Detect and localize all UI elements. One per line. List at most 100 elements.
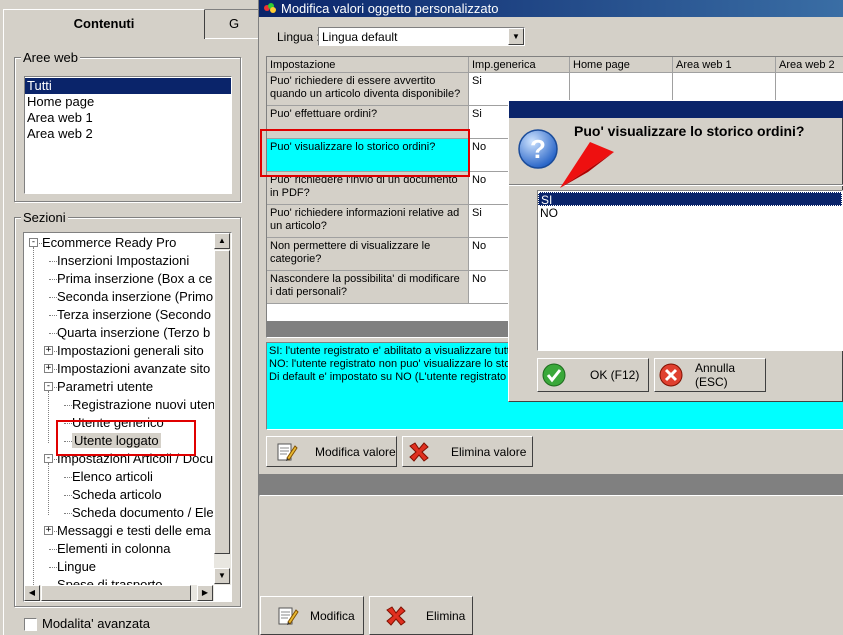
lingua-value: Lingua default (322, 30, 398, 44)
elimina-valore-button[interactable]: Elimina valore (402, 436, 533, 467)
annotation-box-tree (56, 420, 196, 456)
tab-g[interactable]: G (204, 9, 264, 39)
tree-node-label: Messaggi e testi delle ema (57, 523, 211, 538)
elimina-button[interactable]: Elimina (369, 596, 473, 635)
option-si[interactable]: SI (538, 192, 842, 207)
scroll-hthumb[interactable] (41, 585, 191, 601)
tree-node[interactable]: Registrazione nuovi uten (72, 396, 215, 414)
expand-icon[interactable]: + (44, 346, 53, 355)
tree-line (49, 333, 57, 334)
edit-icon (276, 604, 300, 628)
scroll-up-button[interactable]: ▲ (214, 233, 230, 249)
tree-node-label: Registrazione nuovi uten (72, 397, 216, 412)
tree-line (49, 297, 57, 298)
tree-node[interactable]: Prima inserzione (Box a ce (57, 270, 212, 288)
scroll-down-button[interactable]: ▼ (214, 568, 230, 584)
tree-node-label: Parametri utente (57, 379, 154, 394)
tree-node[interactable]: Elementi in colonna (57, 540, 170, 558)
tree-line (33, 247, 34, 587)
collapse-icon[interactable]: - (44, 382, 53, 391)
tree-node[interactable]: Seconda inserzione (Primo (57, 288, 213, 306)
option-no[interactable]: NO (538, 206, 842, 220)
tree-node[interactable]: Terza inserzione (Secondo (57, 306, 211, 324)
dialog-titlebar (509, 101, 843, 118)
tree-node[interactable]: Parametri utente (57, 378, 153, 396)
aree-web-label: Aree web (21, 50, 80, 65)
tree-line (49, 261, 57, 262)
list-item[interactable]: Tutti (25, 78, 231, 94)
tree-line (48, 391, 49, 443)
setting-cell[interactable]: Puo' richiedere informazioni relative ad… (267, 205, 469, 238)
check-icon (542, 363, 566, 387)
tree-line (49, 315, 57, 316)
tree-line (64, 477, 72, 478)
list-item[interactable]: Home page (25, 94, 231, 110)
setting-cell[interactable]: Nascondere la possibilita' di modificare… (267, 271, 469, 304)
tree-node[interactable]: Impostazioni generali sito (57, 342, 204, 360)
tree-node[interactable]: Messaggi e testi delle ema (57, 522, 211, 540)
grid-column-header[interactable]: Impostazione (267, 57, 469, 73)
grid-column-header[interactable]: Area web 2 (776, 57, 843, 73)
ok-button[interactable]: OK (F12) (537, 358, 649, 392)
elimina-label: Elimina (426, 608, 466, 623)
cancel-icon (659, 363, 683, 387)
dialog-options-list[interactable]: SI NO (537, 190, 843, 351)
tree-node[interactable]: Elenco articoli (72, 468, 153, 486)
delete-icon (384, 604, 408, 628)
setting-cell[interactable]: Puo' richiedere di essere avvertito quan… (267, 73, 469, 106)
tree-node-label: Seconda inserzione (Primo (57, 289, 214, 304)
scroll-right-button[interactable]: ▶ (197, 585, 213, 601)
tree-node[interactable]: Lingue (57, 558, 96, 576)
elimina-valore-label: Elimina valore (451, 444, 527, 459)
expand-icon[interactable]: + (44, 364, 53, 373)
edit-icon (275, 440, 299, 464)
tree-line (64, 513, 72, 514)
lingua-select[interactable]: Lingua default ▼ (318, 27, 525, 46)
scroll-left-button[interactable]: ◀ (24, 585, 40, 601)
aree-web-list[interactable]: Tutti Home page Area web 1 Area web 2 (24, 76, 232, 194)
advanced-mode-label: Modalita' avanzata (42, 616, 150, 631)
tree-line (49, 567, 57, 568)
tab-contenuti[interactable]: Contenuti (3, 9, 205, 39)
tree-node-label: Scheda documento / Ele (72, 505, 214, 520)
app-icon (263, 2, 277, 14)
tree-line (49, 279, 57, 280)
tree-line (48, 463, 49, 515)
tree-node[interactable]: Inserzioni Impostazioni (57, 252, 189, 270)
expand-icon[interactable]: + (44, 526, 53, 535)
chevron-down-icon[interactable]: ▼ (508, 28, 524, 45)
grid-column-header[interactable]: Imp.generica (469, 57, 570, 73)
tree-node-label: Scheda articolo (72, 487, 162, 502)
tree-node-label: Elementi in colonna (57, 541, 171, 556)
cancel-button[interactable]: Annulla (ESC) (654, 358, 766, 392)
tree-node[interactable]: Quarta inserzione (Terzo b (57, 324, 210, 342)
tree-node-label: Inserzioni Impostazioni (57, 253, 190, 268)
setting-cell[interactable]: Non permettere di visualizzare le catego… (267, 238, 469, 271)
cancel-label: Annulla (ESC) (695, 361, 736, 389)
scroll-thumb[interactable] (214, 250, 230, 554)
list-item[interactable]: Area web 1 (25, 110, 231, 126)
advanced-mode-checkbox[interactable] (24, 618, 37, 631)
collapse-icon[interactable]: - (44, 454, 53, 463)
tree-node[interactable]: Impostazioni avanzate sito (57, 360, 210, 378)
tree-line (49, 549, 57, 550)
tree-node[interactable]: Scheda articolo (72, 486, 162, 504)
modifica-button[interactable]: Modifica (260, 596, 364, 635)
delete-icon (407, 440, 431, 464)
grid-column-header[interactable]: Home page (570, 57, 673, 73)
collapse-icon[interactable]: - (29, 238, 38, 247)
tree-hscrollbar[interactable]: ◀ ▶ (24, 585, 214, 601)
sezioni-tree[interactable]: Ecommerce Ready Pro - Inserzioni Impostazi… (23, 232, 232, 602)
tree-node-label: Prima inserzione (Box a ce (57, 271, 213, 286)
tree-node[interactable]: Scheda documento / Ele (72, 504, 214, 522)
status-bar (259, 474, 843, 496)
list-item[interactable]: Area web 2 (25, 126, 231, 142)
modifica-valore-button[interactable]: Modifica valore (266, 436, 397, 467)
tree-line (64, 495, 72, 496)
tree-vscrollbar[interactable]: ▲ ▼ (214, 233, 231, 585)
grid-column-header[interactable]: Area web 1 (673, 57, 776, 73)
tree-node-label: Impostazioni generali sito (57, 343, 204, 358)
tree-node[interactable]: Ecommerce Ready Pro (42, 234, 176, 252)
annotation-arrow-icon (558, 138, 618, 190)
main-titlebar: Modifica valori oggetto personalizzato (259, 0, 843, 17)
